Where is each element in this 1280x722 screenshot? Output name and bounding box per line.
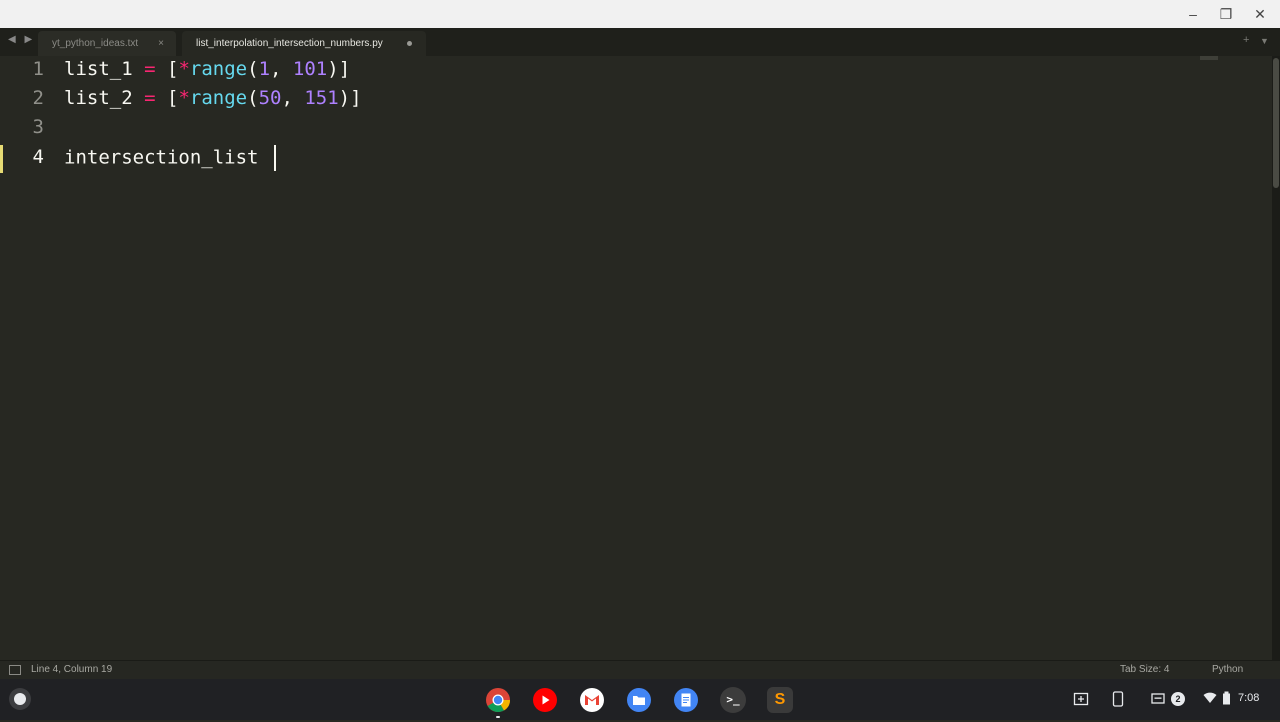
tab-nav-arrows-icon[interactable]: ◀ ▶ xyxy=(8,34,35,45)
code-bracket: [ xyxy=(167,58,179,80)
code-operator: = xyxy=(144,87,156,109)
tab-label: yt_python_ideas.txt xyxy=(52,38,139,49)
code-number: 1 xyxy=(258,58,271,80)
line-number-current: 4 xyxy=(32,146,44,168)
notification-count-badge[interactable]: 2 xyxy=(1171,692,1185,706)
code-variable: list_1 xyxy=(64,58,133,80)
line-number: 1 xyxy=(32,58,44,80)
close-window-button[interactable]: ✕ xyxy=(1250,4,1270,24)
minimap[interactable] xyxy=(1200,56,1218,60)
code-bracket: [ xyxy=(167,87,179,109)
vertical-scrollbar[interactable] xyxy=(1272,56,1280,660)
wifi-icon[interactable] xyxy=(1203,691,1217,708)
code-comma: , xyxy=(270,58,293,80)
clock[interactable]: 7:08 xyxy=(1238,692,1259,704)
new-tab-icon[interactable]: + xyxy=(1243,34,1249,46)
code-paren: ( xyxy=(247,87,259,109)
syntax-setting[interactable]: Python xyxy=(1212,661,1243,678)
window-titlebar: – ❐ ✕ xyxy=(0,0,1280,28)
code-number: 151 xyxy=(304,87,339,109)
code-number: 101 xyxy=(292,58,328,80)
code-variable: intersection_list xyxy=(64,146,259,169)
code-bracket: ] xyxy=(338,58,351,80)
unsaved-dot-icon[interactable] xyxy=(407,41,412,46)
code-bracket: ] xyxy=(350,87,362,109)
line-number: 2 xyxy=(32,87,44,109)
tab-bar: ◀ ▶ yt_python_ideas.txt × list_interpola… xyxy=(0,28,1280,56)
code-variable: list_2 xyxy=(64,87,133,109)
tab-list-interpolation[interactable]: list_interpolation_intersection_numbers.… xyxy=(182,31,426,56)
phone-hub-icon[interactable] xyxy=(1112,691,1124,710)
tab-menu-icon[interactable]: ▼ xyxy=(1260,36,1269,46)
scrollbar-thumb[interactable] xyxy=(1273,58,1279,188)
terminal-icon[interactable]: >_ xyxy=(720,687,746,713)
code-number: 50 xyxy=(258,87,282,109)
code-operator: * xyxy=(178,87,190,109)
minimize-button[interactable]: – xyxy=(1183,4,1203,24)
running-indicator xyxy=(496,716,500,718)
code-editor[interactable]: 1 2 3 4 list_1 = [*range(1, 101)] list_2… xyxy=(0,56,1272,660)
code-line-4[interactable]: intersection_list xyxy=(64,145,276,171)
code-paren: ( xyxy=(247,58,259,80)
code-paren: ) xyxy=(338,87,351,109)
status-bar: Line 4, Column 19 Tab Size: 4 Python xyxy=(0,660,1280,679)
files-icon[interactable] xyxy=(626,687,652,713)
battery-icon[interactable] xyxy=(1222,691,1231,708)
code-line-1[interactable]: list_1 = [*range(1, 101)] xyxy=(64,58,350,80)
notifications-icon[interactable] xyxy=(1151,691,1165,710)
code-comma: , xyxy=(281,87,305,109)
chrome-icon[interactable] xyxy=(485,687,511,718)
tab-size-setting[interactable]: Tab Size: 4 xyxy=(1120,661,1169,678)
gmail-icon[interactable] xyxy=(579,687,605,713)
docs-icon[interactable] xyxy=(673,687,699,713)
code-function: range xyxy=(189,58,248,80)
line-number: 3 xyxy=(32,116,44,138)
youtube-icon[interactable] xyxy=(532,687,558,713)
text-cursor xyxy=(273,145,276,171)
panel-toggle-icon[interactable] xyxy=(9,665,21,675)
code-function: range xyxy=(189,87,248,109)
tab-close-icon[interactable]: × xyxy=(158,31,164,56)
code-paren: ) xyxy=(327,58,339,80)
screen-capture-icon[interactable] xyxy=(1073,691,1089,710)
maximize-button[interactable]: ❐ xyxy=(1216,4,1236,24)
code-line-2[interactable]: list_2 = [*range(50, 151)] xyxy=(64,87,362,109)
tab-label: list_interpolation_intersection_numbers.… xyxy=(196,38,383,49)
cursor-position: Line 4, Column 19 xyxy=(31,664,113,675)
sublime-text-icon[interactable]: S xyxy=(767,687,793,713)
launcher-icon[interactable] xyxy=(9,688,31,710)
code-operator: = xyxy=(144,58,156,80)
tab-yt-python-ideas[interactable]: yt_python_ideas.txt × xyxy=(38,31,176,56)
code-operator: * xyxy=(178,58,190,80)
os-shelf: >_ S 2 7:08 xyxy=(0,679,1280,720)
